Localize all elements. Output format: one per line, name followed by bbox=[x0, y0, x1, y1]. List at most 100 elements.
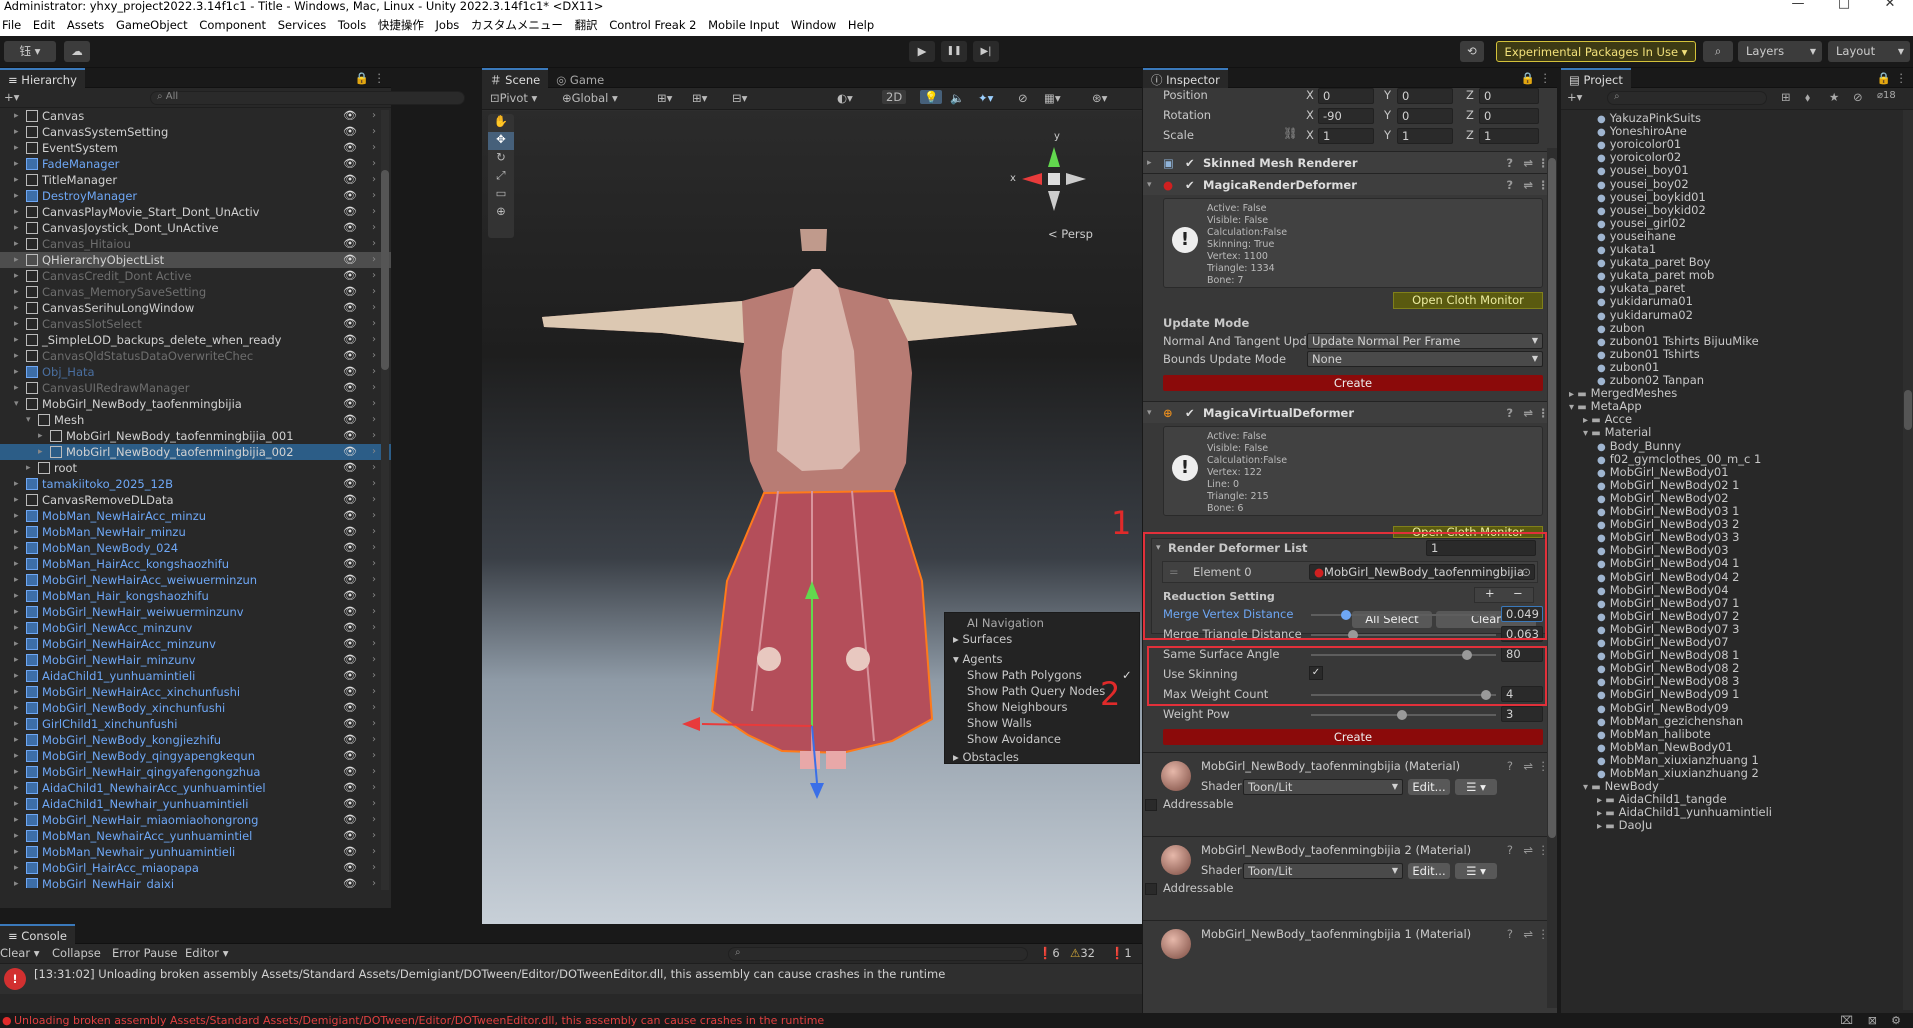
collapsed-arrow-icon[interactable]: ▸ bbox=[14, 876, 19, 888]
prefab-open-arrow-icon[interactable]: › bbox=[372, 572, 376, 588]
prefab-open-arrow-icon[interactable]: › bbox=[372, 668, 376, 684]
debug-icon[interactable]: ⚙ bbox=[1891, 1013, 1901, 1028]
collapsed-arrow-icon[interactable]: ▸ bbox=[14, 572, 19, 588]
hierarchy-row[interactable]: ▸ MobGirl_HairAcc_miaopapa 👁 › bbox=[0, 860, 391, 876]
visibility-eye-icon[interactable]: 👁 bbox=[343, 236, 357, 252]
collapsed-arrow-icon[interactable]: ▸ bbox=[14, 236, 19, 252]
progress-icon[interactable]: ⌧ bbox=[1840, 1013, 1853, 1028]
layers-dropdown[interactable]: Layers ▼ bbox=[1738, 41, 1822, 62]
pause-button[interactable]: ❚❚ bbox=[941, 41, 967, 62]
hierarchy-row[interactable]: ▸ _SimpleLOD_backups_delete_when_ready 👁 › bbox=[0, 332, 391, 348]
prefab-open-arrow-icon[interactable]: › bbox=[372, 268, 376, 284]
kebab-menu-icon[interactable]: ⋮ bbox=[1896, 68, 1908, 88]
collapsed-arrow-icon[interactable]: ▸ bbox=[14, 380, 19, 396]
tab-inspector[interactable]: ⓘ Inspector bbox=[1143, 68, 1228, 88]
visibility-eye-icon[interactable]: 👁 bbox=[343, 268, 357, 284]
experimental-packages-dropdown[interactable]: Experimental Packages In Use ▾ bbox=[1496, 41, 1696, 62]
collapsed-arrow-icon[interactable]: ▸ bbox=[14, 252, 19, 268]
history-icon[interactable]: ⟲ bbox=[1460, 41, 1484, 62]
collapsed-arrow-icon[interactable]: ▸ bbox=[14, 156, 19, 172]
prefab-open-arrow-icon[interactable]: › bbox=[372, 300, 376, 316]
collapsed-arrow-icon[interactable]: ▸ bbox=[14, 668, 19, 684]
hierarchy-row[interactable]: ▾ Mesh 👁 › bbox=[0, 412, 391, 428]
prefab-open-arrow-icon[interactable]: › bbox=[372, 540, 376, 556]
effects-icon[interactable]: ✦▾ bbox=[978, 91, 993, 105]
hierarchy-row[interactable]: ▸ MobGirl_NewAcc_minzunv 👁 › bbox=[0, 620, 391, 636]
create-button[interactable]: Create bbox=[1163, 375, 1543, 391]
hierarchy-row[interactable]: ▸ root 👁 › bbox=[0, 460, 391, 476]
global-dropdown[interactable]: ⊕Global ▾ bbox=[562, 91, 618, 105]
prefab-open-arrow-icon[interactable]: › bbox=[372, 860, 376, 876]
hierarchy-row[interactable]: ▸ MobMan_NewhairAcc_yunhuamintiel 👁 › bbox=[0, 828, 391, 844]
visibility-eye-icon[interactable]: 👁 bbox=[343, 780, 357, 796]
hierarchy-row[interactable]: ▸ CanvasUIRedrawManager 👁 › bbox=[0, 380, 391, 396]
shader-edit-button[interactable]: Edit... bbox=[1408, 863, 1450, 879]
hierarchy-row[interactable]: ▸ MobGirl_NewHairAcc_minzunv 👁 › bbox=[0, 636, 391, 652]
search-by-type-icon[interactable]: ⊞ bbox=[1781, 90, 1791, 104]
prefab-open-arrow-icon[interactable]: › bbox=[372, 316, 376, 332]
visibility-eye-icon[interactable]: 👁 bbox=[343, 876, 357, 888]
scrollbar-thumb[interactable] bbox=[1548, 158, 1556, 838]
collapsed-arrow-icon[interactable]: ▸ bbox=[14, 636, 19, 652]
hierarchy-row[interactable]: ▸ CanvasJoystick_Dont_UnActive 👁 › bbox=[0, 220, 391, 236]
show-walls-toggle[interactable]: Show Walls bbox=[967, 715, 1032, 731]
move-tool-icon[interactable]: ✥ bbox=[488, 132, 514, 150]
prefab-open-arrow-icon[interactable]: › bbox=[372, 428, 376, 444]
rect-tool-icon[interactable]: ▭ bbox=[488, 186, 514, 204]
hierarchy-row[interactable]: ▸ MobGirl_NewHair_daixi 👁 › bbox=[0, 876, 391, 888]
surfaces-foldout[interactable]: ▸ Surfaces bbox=[953, 631, 1012, 647]
magica-virtual-deformer-header[interactable]: ▾ ⊕ ✔ MagicaVirtualDeformer ? ⇌ ⋮ bbox=[1143, 401, 1557, 423]
lock-icon[interactable]: 🔒 bbox=[355, 68, 369, 88]
prefab-open-arrow-icon[interactable]: › bbox=[372, 588, 376, 604]
hierarchy-row[interactable]: ▸ MobGirl_NewHair_qingyafengongzhua 👁 › bbox=[0, 764, 391, 780]
toggle-2d-button[interactable]: 2D bbox=[882, 90, 907, 104]
collapsed-arrow-icon[interactable]: ▸ bbox=[14, 604, 19, 620]
menu-custom[interactable]: カスタムメニュー bbox=[471, 14, 569, 36]
link-icon[interactable]: ⛓ bbox=[1283, 126, 1298, 140]
hierarchy-row[interactable]: ▸ MobGirl_NewHair_minzunv 👁 › bbox=[0, 652, 391, 668]
skinned-mesh-renderer-header[interactable]: ▸ ▣ ✔ Skinned Mesh Renderer ? ⇌ ⋮ bbox=[1143, 151, 1557, 173]
collapsed-arrow-icon[interactable]: ▸ bbox=[14, 284, 19, 300]
prefab-open-arrow-icon[interactable]: › bbox=[372, 476, 376, 492]
hierarchy-row[interactable]: ▸ CanvasSystemSetting 👁 › bbox=[0, 124, 391, 140]
play-button[interactable]: ▶ bbox=[909, 41, 935, 62]
error-count-toggle[interactable]: ❗1 bbox=[1110, 946, 1132, 960]
collapsed-arrow-icon[interactable]: ▸ bbox=[14, 764, 19, 780]
tab-scene[interactable]: ＃ Scene bbox=[482, 68, 549, 88]
menu-translate[interactable]: 翻訳 bbox=[575, 14, 604, 36]
show-avoidance-toggle[interactable]: Show Avoidance bbox=[967, 731, 1061, 747]
prefab-open-arrow-icon[interactable]: › bbox=[372, 236, 376, 252]
collapsed-arrow-icon[interactable]: ▸ bbox=[14, 172, 19, 188]
prefab-open-arrow-icon[interactable]: › bbox=[372, 124, 376, 140]
visibility-eye-icon[interactable]: 👁 bbox=[343, 844, 357, 860]
visibility-eye-icon[interactable]: 👁 bbox=[343, 764, 357, 780]
prefab-open-arrow-icon[interactable]: › bbox=[372, 140, 376, 156]
menu-gameobject[interactable]: GameObject bbox=[116, 14, 194, 36]
visibility-eye-icon[interactable]: 👁 bbox=[343, 604, 357, 620]
kebab-menu-icon[interactable]: ⋮ bbox=[374, 68, 386, 88]
weight-pow-field[interactable]: 3 bbox=[1501, 706, 1543, 722]
search-by-label-icon[interactable]: ⬧ bbox=[1805, 90, 1810, 105]
scene-viewport[interactable]: y x < Persp ✋ ✥ ↻ ⤢ ▭ ⊕ AI Navigation ▸ … bbox=[482, 111, 1142, 924]
normal-tangent-dropdown[interactable]: Update Normal Per Frame ▼ bbox=[1307, 333, 1543, 349]
bounds-update-dropdown[interactable]: None ▼ bbox=[1307, 351, 1543, 367]
preset-icon[interactable]: ⇌ bbox=[1523, 174, 1533, 196]
visibility-eye-icon[interactable]: 👁 bbox=[343, 316, 357, 332]
hierarchy-row[interactable]: ▸ MobGirl_NewBody_taofenmingbijia_001 👁 › bbox=[0, 428, 391, 444]
transform-tool-icon[interactable]: ⊕ bbox=[488, 204, 514, 222]
visibility-eye-icon[interactable]: 👁 bbox=[343, 428, 357, 444]
hierarchy-row[interactable]: ▸ CanvasCredit_Dont Active 👁 › bbox=[0, 268, 391, 284]
visibility-eye-icon[interactable]: 👁 bbox=[343, 508, 357, 524]
tab-console[interactable]: ≡ Console bbox=[0, 924, 75, 944]
show-path-query-nodes-toggle[interactable]: Show Path Query Nodes bbox=[967, 683, 1105, 699]
collapsed-arrow-icon[interactable]: ▸ bbox=[14, 524, 19, 540]
search-icon[interactable]: ⌕ bbox=[1703, 41, 1733, 62]
minimize-button[interactable]: — bbox=[1775, 0, 1821, 10]
add-dropdown[interactable]: +▾ bbox=[4, 90, 19, 104]
collapsed-arrow-icon[interactable]: ▸ bbox=[14, 124, 19, 140]
create-button[interactable]: Create bbox=[1163, 729, 1543, 745]
magica-render-deformer-header[interactable]: ▾ ● ✔ MagicaRenderDeformer ? ⇌ ⋮ bbox=[1143, 173, 1557, 195]
collapsed-arrow-icon[interactable]: ▸ bbox=[14, 716, 19, 732]
slider-knob[interactable] bbox=[1396, 710, 1407, 720]
collapsed-arrow-icon[interactable]: ▸ bbox=[14, 828, 19, 844]
